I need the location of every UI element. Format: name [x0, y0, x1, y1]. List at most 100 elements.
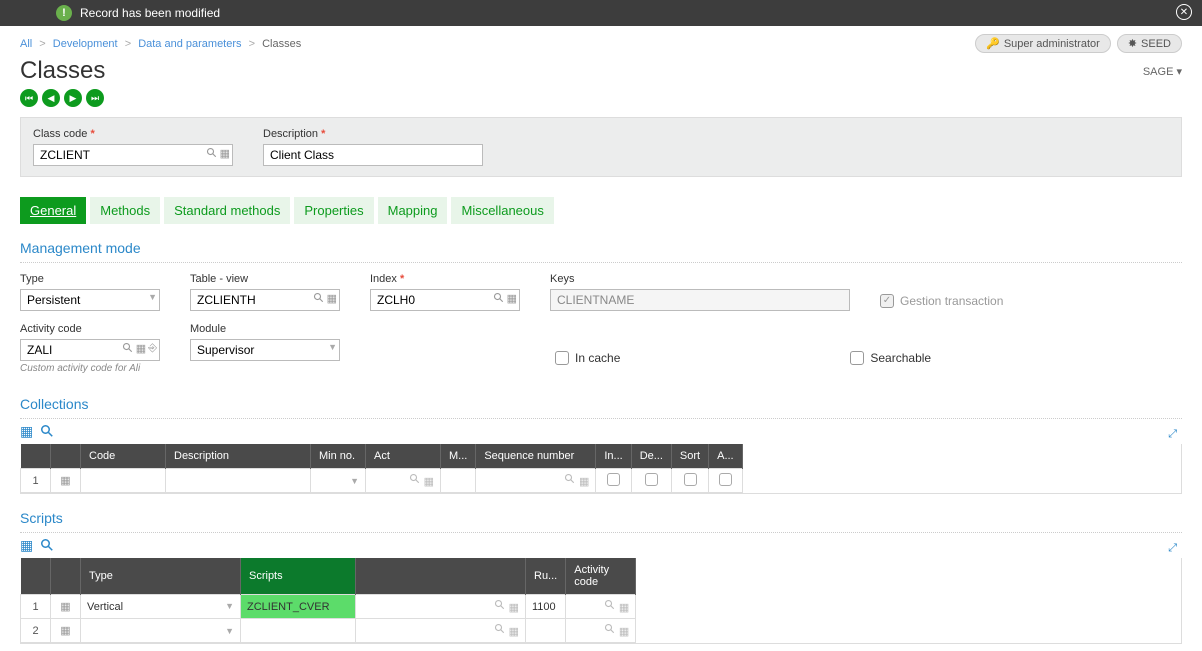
checkbox-icon [880, 294, 894, 308]
seed-badge[interactable]: ✸ SEED [1117, 34, 1182, 53]
row-grid-icon[interactable]: ▦ [51, 619, 81, 643]
key-icon: 🔑 [986, 37, 1000, 50]
col-action [51, 558, 81, 595]
super-admin-badge[interactable]: 🔑 Super administrator [975, 34, 1111, 53]
search-icon[interactable] [206, 147, 218, 162]
expand-icon[interactable]: ⤢ [1168, 542, 1177, 555]
list-icon[interactable]: ▦ [136, 342, 146, 357]
col-in[interactable]: In... [596, 444, 631, 469]
search-icon[interactable] [122, 342, 134, 357]
col-sequence[interactable]: Sequence number [476, 444, 596, 469]
tab-standard-methods[interactable]: Standard methods [164, 197, 290, 224]
col-rownum [21, 444, 51, 469]
col-min-no[interactable]: Min no. [311, 444, 366, 469]
expand-icon[interactable]: ⤢ [1168, 428, 1177, 441]
table-row[interactable]: 1 ▦ Vertical▼ ZCLIENT_CVER ▦ 1100 ▦ [21, 595, 636, 619]
index-label: Index * [370, 273, 520, 285]
title-row: Classes SAGE ▾ [0, 57, 1202, 85]
notification-text: Record has been modified [80, 6, 220, 20]
search-icon[interactable] [41, 538, 53, 554]
type-label: Type [20, 273, 160, 285]
description-input[interactable] [263, 144, 483, 166]
search-icon[interactable] [313, 292, 325, 307]
breadcrumb-development[interactable]: Development [53, 38, 118, 50]
info-icon: ! [56, 5, 72, 21]
searchable-checkbox[interactable]: Searchable [850, 341, 931, 374]
chevron-down-icon[interactable]: ▼ [148, 292, 157, 302]
header-row: All > Development > Data and parameters … [0, 26, 1202, 57]
page-title: Classes [20, 57, 1143, 85]
col-ru[interactable]: Ru... [526, 558, 566, 595]
list-icon[interactable]: ▦ [507, 292, 517, 307]
breadcrumb-data-parameters[interactable]: Data and parameters [138, 38, 241, 50]
table-view-label: Table - view [190, 273, 340, 285]
keys-label: Keys [550, 273, 850, 285]
tab-properties[interactable]: Properties [294, 197, 373, 224]
gestion-transaction-checkbox: Gestion transaction [880, 291, 1003, 311]
module-select[interactable] [190, 339, 340, 361]
activity-code-label: Activity code [20, 323, 160, 335]
class-code-label: Class code * [33, 128, 233, 140]
tabs: General Methods Standard methods Propert… [20, 197, 1182, 224]
col-scripts-extra [356, 558, 526, 595]
col-action [51, 444, 81, 469]
row-grid-icon[interactable]: ▦ [51, 469, 81, 493]
management-mode-section: Management mode Type ▼ Table - view ▦ In… [20, 234, 1182, 380]
checkbox-icon [555, 351, 569, 365]
scripts-title: Scripts [20, 504, 1182, 533]
breadcrumb-classes: Classes [262, 38, 301, 50]
last-record-icon[interactable]: ⏭ [86, 89, 104, 107]
activity-hint: Custom activity code for Ali [20, 363, 160, 374]
collections-section: Collections ▦ ⤢ Code Description Min no.… [20, 390, 1182, 494]
tab-general[interactable]: General [20, 197, 86, 224]
link-icon[interactable]: ⎆ [148, 342, 157, 357]
record-nav: ⏮ ◀ ▶ ⏭ [0, 85, 1202, 117]
col-description[interactable]: Description [166, 444, 311, 469]
table-row[interactable]: 2 ▦ ▼ ▦ ▦ [21, 619, 636, 643]
type-select[interactable] [20, 289, 160, 311]
col-a[interactable]: A... [709, 444, 743, 469]
breadcrumb-all[interactable]: All [20, 38, 32, 50]
col-rownum [21, 558, 51, 595]
header-form: Class code * ▦ Description * [20, 117, 1182, 177]
tab-miscellaneous[interactable]: Miscellaneous [451, 197, 553, 224]
search-icon[interactable] [493, 292, 505, 307]
search-icon[interactable] [41, 424, 53, 440]
collections-table: Code Description Min no. Act M... Sequen… [20, 444, 743, 493]
management-mode-title: Management mode [20, 234, 1182, 263]
col-activity-code[interactable]: Activity code [566, 558, 636, 595]
in-cache-checkbox[interactable]: In cache [555, 341, 620, 374]
col-type[interactable]: Type [81, 558, 241, 595]
next-record-icon[interactable]: ▶ [64, 89, 82, 107]
checkbox-icon [850, 351, 864, 365]
notification-bar: ! Record has been modified ✕ [0, 0, 1202, 26]
grid-icon[interactable]: ▦ [20, 537, 33, 554]
grid-icon[interactable]: ▦ [20, 423, 33, 440]
close-icon[interactable]: ✕ [1176, 4, 1192, 20]
col-de[interactable]: De... [631, 444, 671, 469]
scripts-section: Scripts ▦ ⤢ Type Scripts Ru... Activity … [20, 504, 1182, 644]
collections-title: Collections [20, 390, 1182, 419]
list-icon[interactable]: ▦ [220, 147, 230, 162]
seed-icon: ✸ [1128, 37, 1137, 50]
description-label: Description * [263, 128, 483, 140]
sage-dropdown[interactable]: SAGE ▾ [1143, 65, 1182, 78]
first-record-icon[interactable]: ⏮ [20, 89, 38, 107]
keys-input [550, 289, 850, 311]
table-row[interactable]: 1 ▦ ▼ ▦ ▦ [21, 469, 743, 493]
module-label: Module [190, 323, 340, 335]
col-scripts[interactable]: Scripts [241, 558, 356, 595]
scripts-table: Type Scripts Ru... Activity code 1 ▦ Ver… [20, 558, 636, 643]
prev-record-icon[interactable]: ◀ [42, 89, 60, 107]
col-sort[interactable]: Sort [671, 444, 708, 469]
chevron-down-icon[interactable]: ▼ [328, 342, 337, 352]
tab-mapping[interactable]: Mapping [378, 197, 448, 224]
col-code[interactable]: Code [81, 444, 166, 469]
col-act[interactable]: Act [366, 444, 441, 469]
class-code-input[interactable] [33, 144, 233, 166]
breadcrumb: All > Development > Data and parameters … [20, 38, 969, 50]
row-grid-icon[interactable]: ▦ [51, 595, 81, 619]
list-icon[interactable]: ▦ [327, 292, 337, 307]
tab-methods[interactable]: Methods [90, 197, 160, 224]
col-m[interactable]: M... [441, 444, 476, 469]
